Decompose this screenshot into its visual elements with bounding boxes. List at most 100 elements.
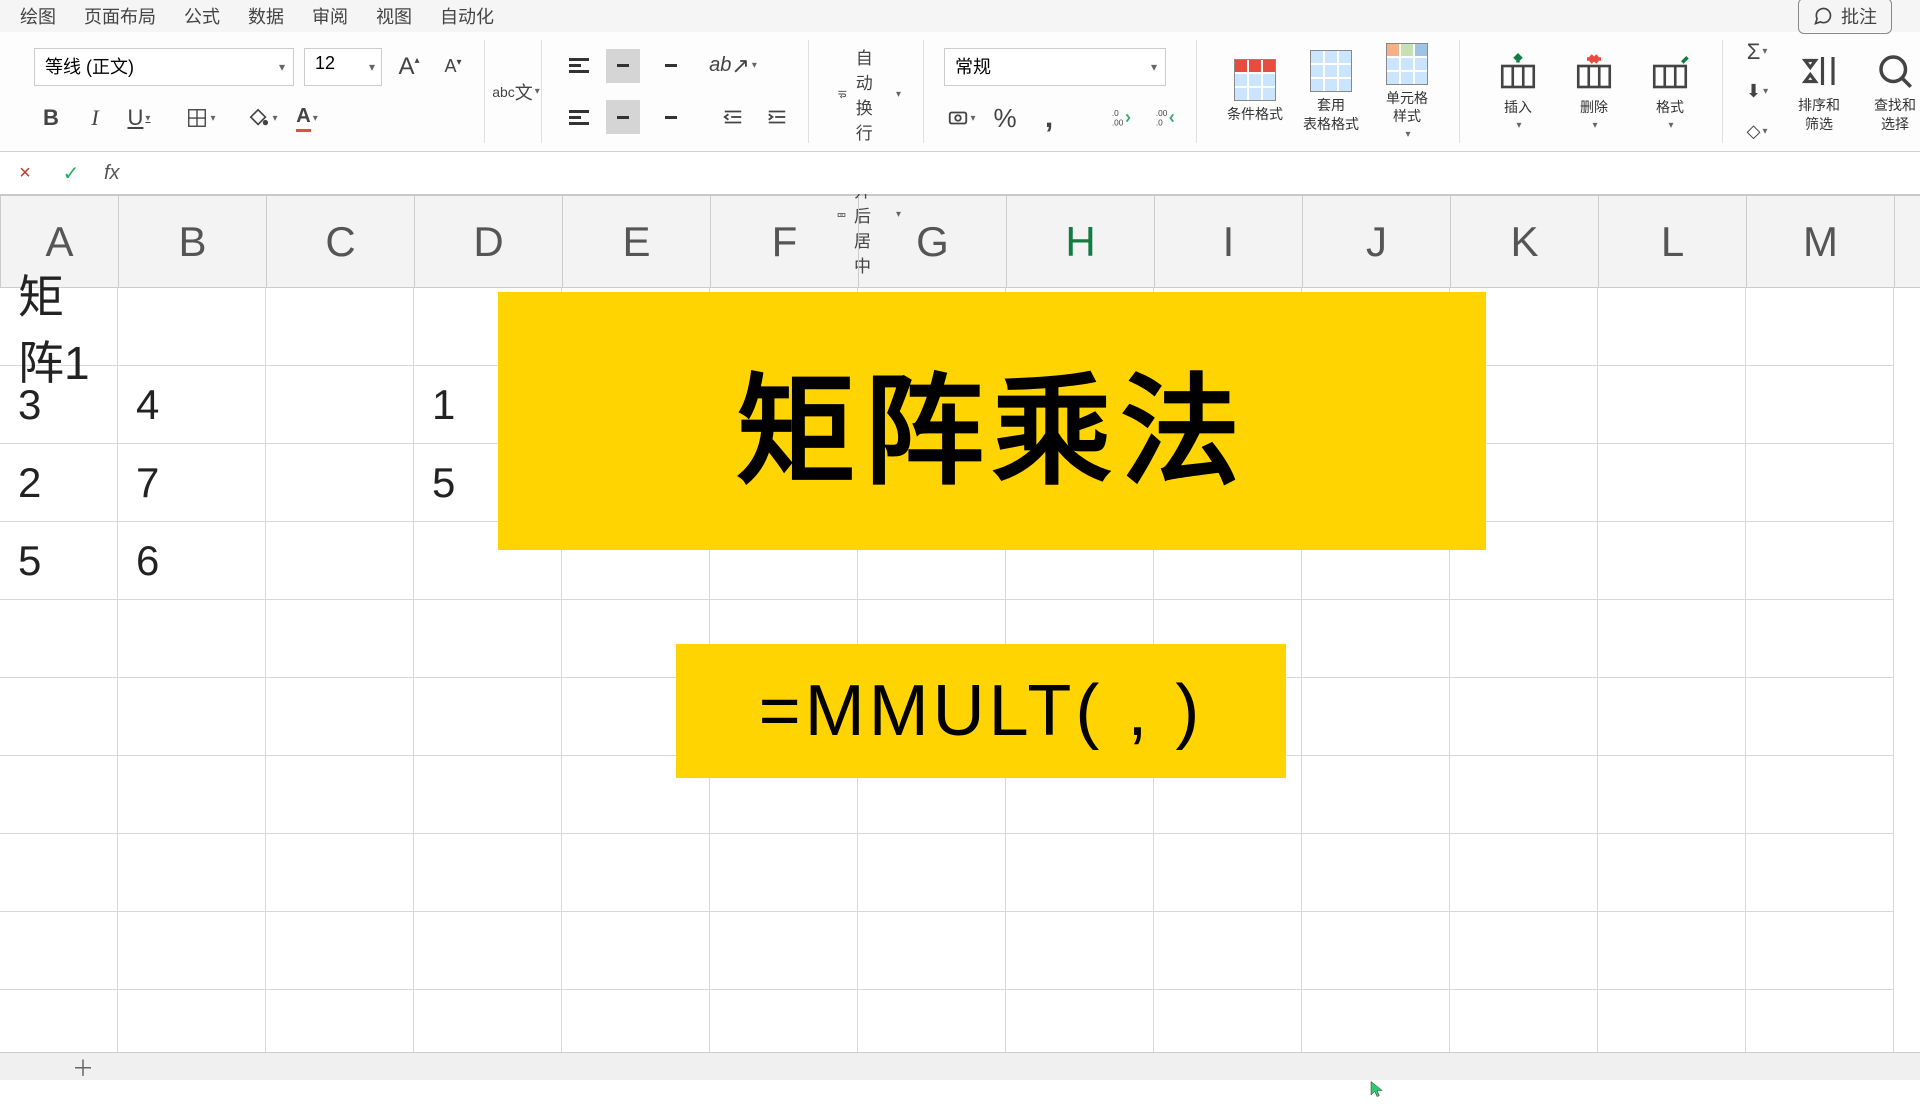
column-header-E[interactable]: E xyxy=(563,196,711,287)
cell-H9[interactable] xyxy=(1006,912,1154,990)
column-header-H[interactable]: H xyxy=(1007,196,1155,287)
cell-C6[interactable] xyxy=(266,678,414,756)
cell-M9[interactable] xyxy=(1746,912,1894,990)
align-center-button[interactable] xyxy=(606,100,640,134)
column-header-K[interactable]: K xyxy=(1451,196,1599,287)
percent-button[interactable]: % xyxy=(988,101,1022,135)
insert-button[interactable]: 插入 ▾ xyxy=(1480,48,1556,135)
increase-indent-button[interactable] xyxy=(760,100,794,134)
autosum-button[interactable]: Σ▾ xyxy=(1743,35,1771,69)
menu-formulas[interactable]: 公式 xyxy=(184,3,220,29)
cell-E9[interactable] xyxy=(562,912,710,990)
comma-style-button[interactable]: , xyxy=(1032,101,1066,135)
cell-F9[interactable] xyxy=(710,912,858,990)
column-header-D[interactable]: D xyxy=(415,196,563,287)
border-button[interactable]: ▾ xyxy=(184,101,218,135)
orientation-button[interactable]: ab↗▾ xyxy=(716,49,750,83)
cell-K8[interactable] xyxy=(1450,834,1598,912)
cell-M7[interactable] xyxy=(1746,756,1894,834)
cell-B9[interactable] xyxy=(118,912,266,990)
conditional-format-button[interactable]: 条件格式 xyxy=(1217,55,1293,127)
menu-draw[interactable]: 绘图 xyxy=(20,3,56,29)
cell-B1[interactable] xyxy=(118,288,266,366)
decrease-decimal-button[interactable]: .00.0 xyxy=(1148,101,1182,135)
cell-L7[interactable] xyxy=(1598,756,1746,834)
cell-B8[interactable] xyxy=(118,834,266,912)
cell-L8[interactable] xyxy=(1598,834,1746,912)
cell-B3[interactable]: 7 xyxy=(118,444,266,522)
menu-data[interactable]: 数据 xyxy=(248,3,284,29)
menu-automation[interactable]: 自动化 xyxy=(440,3,494,29)
cell-D7[interactable] xyxy=(414,756,562,834)
cell-K9[interactable] xyxy=(1450,912,1598,990)
cell-C1[interactable] xyxy=(266,288,414,366)
cell-A2[interactable]: 3 xyxy=(0,366,118,444)
underline-button[interactable]: U▾ xyxy=(122,101,156,135)
cell-L5[interactable] xyxy=(1598,600,1746,678)
cell-E8[interactable] xyxy=(562,834,710,912)
cell-J7[interactable] xyxy=(1302,756,1450,834)
cell-I8[interactable] xyxy=(1154,834,1302,912)
cell-M4[interactable] xyxy=(1746,522,1894,600)
cell-F8[interactable] xyxy=(710,834,858,912)
menu-review[interactable]: 审阅 xyxy=(312,3,348,29)
cell-D6[interactable] xyxy=(414,678,562,756)
font-size-select[interactable]: 12▾ xyxy=(304,48,382,86)
cell-J9[interactable] xyxy=(1302,912,1450,990)
cell-A1[interactable]: 矩阵1 xyxy=(0,288,118,366)
column-header-J[interactable]: J xyxy=(1303,196,1451,287)
cell-D8[interactable] xyxy=(414,834,562,912)
cell-M2[interactable] xyxy=(1746,366,1894,444)
cell-styles-button[interactable]: 单元格 样式 ▾ xyxy=(1369,39,1445,144)
cell-A3[interactable]: 2 xyxy=(0,444,118,522)
cell-A6[interactable] xyxy=(0,678,118,756)
font-name-select[interactable]: 等线 (正文)▾ xyxy=(34,48,294,86)
cell-B2[interactable]: 4 xyxy=(118,366,266,444)
cancel-formula-button[interactable]: × xyxy=(12,162,38,185)
sort-filter-button[interactable]: 排序和 筛选 xyxy=(1781,46,1857,136)
cell-I9[interactable] xyxy=(1154,912,1302,990)
format-as-table-button[interactable]: 套用 表格格式 xyxy=(1293,46,1369,136)
column-header-C[interactable]: C xyxy=(267,196,415,287)
cell-L9[interactable] xyxy=(1598,912,1746,990)
menu-view[interactable]: 视图 xyxy=(376,3,412,29)
cell-A4[interactable]: 5 xyxy=(0,522,118,600)
cell-A9[interactable] xyxy=(0,912,118,990)
align-top-button[interactable] xyxy=(562,49,596,83)
comment-button[interactable]: 批注 xyxy=(1798,0,1892,34)
align-middle-button[interactable] xyxy=(606,49,640,83)
fill-button[interactable]: ⬇▾ xyxy=(1743,75,1771,109)
cell-C9[interactable] xyxy=(266,912,414,990)
font-color-button[interactable]: A▾ xyxy=(290,101,324,135)
column-header-B[interactable]: B xyxy=(119,196,267,287)
decrease-indent-button[interactable] xyxy=(716,100,750,134)
cell-K7[interactable] xyxy=(1450,756,1598,834)
cell-C4[interactable] xyxy=(266,522,414,600)
cell-B4[interactable]: 6 xyxy=(118,522,266,600)
add-sheet-button[interactable]: ＋ xyxy=(72,1051,94,1083)
cell-H8[interactable] xyxy=(1006,834,1154,912)
accounting-format-button[interactable]: ▾ xyxy=(944,101,978,135)
cell-C3[interactable] xyxy=(266,444,414,522)
cell-A5[interactable] xyxy=(0,600,118,678)
cell-B7[interactable] xyxy=(118,756,266,834)
cell-M8[interactable] xyxy=(1746,834,1894,912)
italic-button[interactable]: I xyxy=(78,101,112,135)
increase-font-button[interactable]: A▴ xyxy=(392,50,426,84)
phonetic-button[interactable]: abc文▾ xyxy=(499,75,533,109)
number-format-select[interactable]: 常规▾ xyxy=(944,48,1166,86)
align-right-button[interactable] xyxy=(650,100,684,134)
cell-J6[interactable] xyxy=(1302,678,1450,756)
column-header-G[interactable]: G xyxy=(859,196,1007,287)
align-bottom-button[interactable] xyxy=(650,49,684,83)
wrap-text-button[interactable]: 自动换行▾ xyxy=(829,40,909,148)
column-header-F[interactable]: F xyxy=(711,196,859,287)
cell-D9[interactable] xyxy=(414,912,562,990)
cell-B6[interactable] xyxy=(118,678,266,756)
cell-K5[interactable] xyxy=(1450,600,1598,678)
cell-L1[interactable] xyxy=(1598,288,1746,366)
formula-input[interactable] xyxy=(140,152,1920,194)
bold-button[interactable]: B xyxy=(34,101,68,135)
cell-A7[interactable] xyxy=(0,756,118,834)
cell-G9[interactable] xyxy=(858,912,1006,990)
